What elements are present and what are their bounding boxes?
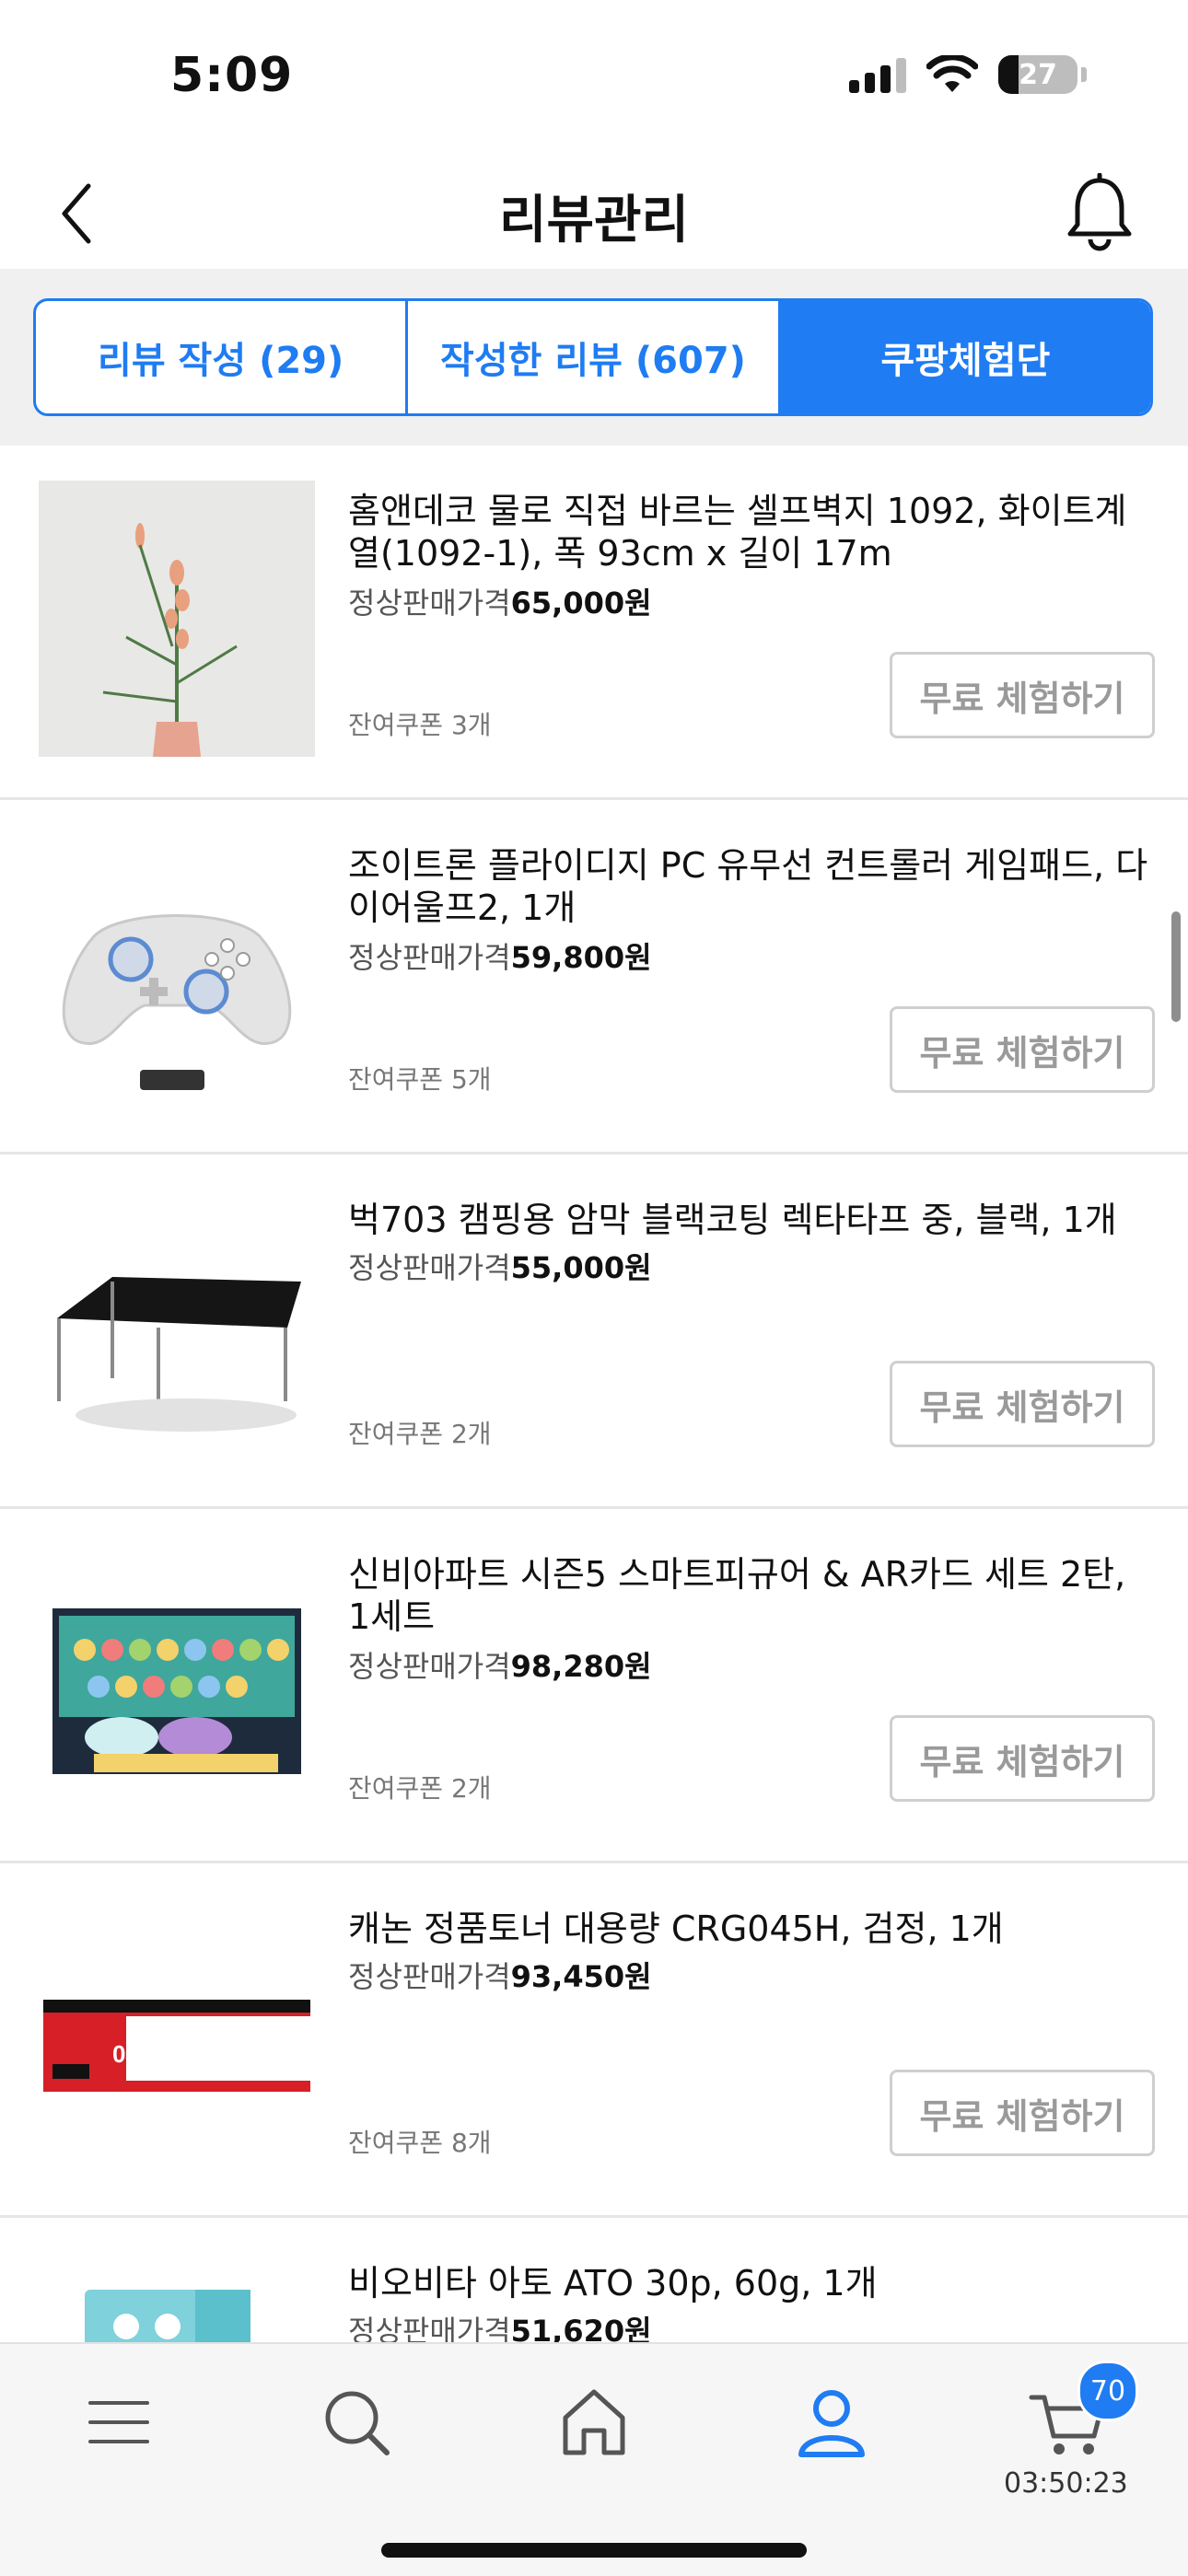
list-item[interactable]: 비오비타 아토 ATO 30p, 60g, 1개 정상판매가격51,620원 [0,2218,1188,2342]
price-label: 정상판매가격 [348,2314,511,2342]
remaining-coupons: 잔여쿠폰 8개 [348,2128,492,2158]
status-bar: 5:09 27 [0,0,1188,157]
product-title[interactable]: 벅703 캠핑용 암막 블랙코팅 렉타타프 중, 블랙, 1개 [348,1199,1159,1241]
battery-cap [1081,67,1087,82]
price-value: 51,620원 [510,2314,652,2342]
bottom-nav: 70 03:50:23 [0,2342,1188,2576]
product-image-toner[interactable]: 045 H [39,1898,315,2175]
free-trial-button[interactable]: 무료 체험하기 [890,652,1155,738]
product-image-figure-set[interactable] [39,1544,315,1820]
product-title[interactable]: 캐논 정품토너 대용량 CRG045H, 검정, 1개 [348,1908,1159,1950]
product-price: 정상판매가격65,000원 [348,580,652,622]
free-trial-button[interactable]: 무료 체험하기 [890,1715,1155,1802]
product-title[interactable]: 신비아파트 시즌5 스마트피규어 & AR카드 세트 2탄, 1세트 [348,1553,1159,1638]
home-indicator[interactable] [381,2543,807,2558]
free-trial-button[interactable]: 무료 체험하기 [890,2070,1155,2156]
cart-count-badge: 70 [1077,2361,1138,2421]
product-price: 정상판매가격51,620원 [348,2308,652,2342]
free-trial-button[interactable]: 무료 체험하기 [890,1361,1155,1447]
tabs-area: 리뷰 작성 (29) 작성한 리뷰 (607) 쿠팡체험단 [0,269,1188,446]
battery-level: 27 [1019,58,1057,91]
battery-icon: 27 [998,55,1077,94]
product-image-bioveta[interactable] [39,2253,315,2342]
review-tabs: 리뷰 작성 (29) 작성한 리뷰 (607) 쿠팡체험단 [33,298,1153,416]
trial-product-list: 홈앤데코 물로 직접 바르는 셀프벽지 1092, 화이트계열(1092-1),… [0,446,1188,2342]
menu-icon[interactable] [77,2381,160,2464]
price-value: 59,800원 [510,940,652,975]
price-label: 정상판매가격 [348,1649,511,1684]
price-label: 정상판매가격 [348,1250,511,1285]
list-item[interactable]: 홈앤데코 물로 직접 바르는 셀프벽지 1092, 화이트계열(1092-1),… [0,446,1188,800]
product-price: 정상판매가격93,450원 [348,1954,652,1996]
remaining-coupons: 잔여쿠폰 2개 [348,1419,492,1449]
status-time: 5:09 [170,48,294,103]
price-label: 정상판매가격 [348,940,511,975]
product-title[interactable]: 비오비타 아토 ATO 30p, 60g, 1개 [348,2262,1159,2304]
price-value: 98,280원 [510,1649,652,1684]
header: 리뷰관리 [0,157,1188,269]
list-item[interactable]: 045 H 캐논 정품토너 대용량 CRG045H, 검정, 1개 정상판매가격… [0,1863,1188,2218]
list-item[interactable]: 벅703 캠핑용 암막 블랙코팅 렉타타프 중, 블랙, 1개 정상판매가격55… [0,1155,1188,1509]
remaining-coupons: 잔여쿠폰 5개 [348,1064,492,1095]
price-value: 93,450원 [510,1959,652,1994]
product-title[interactable]: 홈앤데코 물로 직접 바르는 셀프벽지 1092, 화이트계열(1092-1),… [348,490,1159,574]
page-title: 리뷰관리 [498,191,690,250]
wifi-icon [926,55,978,92]
scroll-indicator[interactable] [1171,911,1181,1022]
price-value: 65,000원 [510,586,652,621]
tab-coupang-trial[interactable]: 쿠팡체험단 [780,301,1150,413]
product-price: 정상판매가격59,800원 [348,934,652,977]
product-image-tarp[interactable] [39,1189,315,1466]
tab-written-reviews[interactable]: 작성한 리뷰 (607) [408,301,781,413]
product-image-controller[interactable] [39,835,315,1111]
product-image-wallpaper[interactable] [39,481,315,757]
remaining-coupons: 잔여쿠폰 2개 [348,1773,492,1804]
product-price: 정상판매가격55,000원 [348,1245,652,1287]
list-item[interactable]: 신비아파트 시즌5 스마트피규어 & AR카드 세트 2탄, 1세트 정상판매가… [0,1509,1188,1863]
cart-timer: 03:50:23 [1004,2467,1128,2500]
my-account-icon[interactable] [790,2381,873,2464]
product-price: 정상판매가격98,280원 [348,1643,652,1686]
svg-text:045 H: 045 H [112,2040,176,2068]
price-label: 정상판매가격 [348,586,511,621]
free-trial-button[interactable]: 무료 체험하기 [890,1006,1155,1093]
remaining-coupons: 잔여쿠폰 3개 [348,710,492,740]
bell-icon[interactable] [1063,173,1136,252]
tab-write-review[interactable]: 리뷰 작성 (29) [36,301,409,413]
cellular-signal-icon [849,56,906,93]
search-icon[interactable] [315,2381,398,2464]
list-item[interactable]: 조이트론 플라이디지 PC 유무선 컨트롤러 게임패드, 다이어울프2, 1개 … [0,800,1188,1155]
price-label: 정상판매가격 [348,1959,511,1994]
status-icons: 27 [849,55,1087,94]
home-icon[interactable] [553,2381,635,2464]
product-title[interactable]: 조이트론 플라이디지 PC 유무선 컨트롤러 게임패드, 다이어울프2, 1개 [348,844,1159,929]
price-value: 55,000원 [510,1250,652,1285]
